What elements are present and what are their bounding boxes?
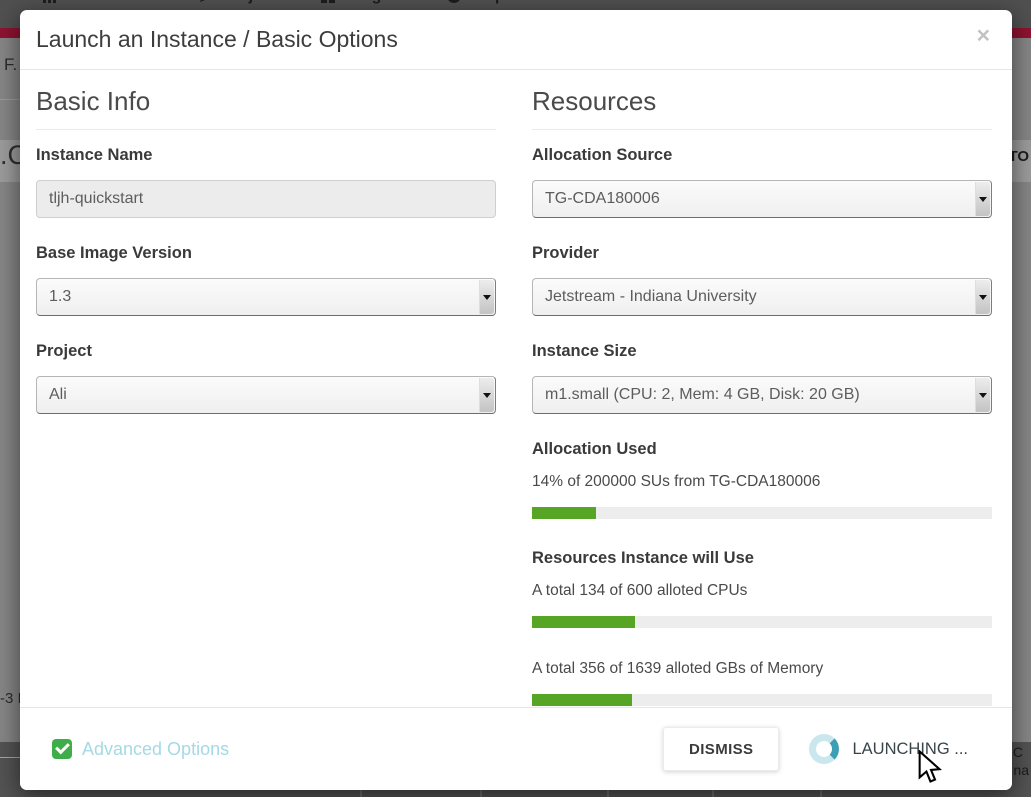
close-icon[interactable]: × [977, 24, 990, 47]
modal-title: Launch an Instance / Basic Options [36, 26, 398, 53]
memory-usage-text: A total 356 of 1639 alloted GBs of Memor… [532, 660, 992, 678]
cpu-usage-text: A total 134 of 600 alloted CPUs [532, 582, 992, 600]
project-label: Project [36, 342, 496, 361]
dashboard-icon [42, 0, 58, 4]
allocation-used-heading: Allocation Used [532, 440, 992, 459]
progress-fill [532, 694, 632, 706]
progress-fill [532, 616, 635, 628]
svg-text:?: ? [451, 0, 457, 3]
launch-instance-modal: Launch an Instance / Basic Options × Bas… [20, 10, 1012, 790]
backdrop-text-fragment: F. [4, 55, 17, 75]
basic-info-column: Basic Info Instance Name Base Image Vers… [36, 86, 496, 706]
selected-value: TG-CDA180006 [545, 190, 660, 208]
resources-column: Resources Allocation Source TG-CDA180006… [532, 86, 992, 706]
selected-value: 1.3 [49, 288, 71, 306]
provider-label: Provider [532, 244, 992, 263]
nav-item-label: Help [470, 0, 505, 5]
basic-info-heading: Basic Info [36, 86, 496, 130]
nav-item-label: Projects [222, 0, 285, 5]
launching-button[interactable]: LAUNCHING ... [809, 734, 968, 764]
nav-item-help: ? Help [446, 0, 505, 5]
selected-value: m1.small (CPU: 2, Mem: 4 GB, Disk: 20 GB… [545, 386, 860, 404]
help-icon: ? [446, 0, 462, 4]
selected-value: Ali [49, 386, 67, 404]
chevron-down-icon [975, 182, 990, 216]
progress-fill [532, 507, 596, 519]
backdrop-divider [0, 99, 20, 100]
advanced-options-link[interactable]: Advanced Options [52, 739, 229, 760]
memory-usage-progress [532, 694, 992, 706]
modal-body: Basic Info Instance Name Base Image Vers… [20, 70, 1012, 706]
modal-header: Launch an Instance / Basic Options × [20, 10, 1012, 70]
selected-value: Jetstream - Indiana University [545, 288, 757, 306]
loading-spinner-icon [809, 734, 839, 764]
allocation-source-label: Allocation Source [532, 146, 992, 165]
mouse-cursor [918, 750, 942, 789]
memory-usage-block: A total 356 of 1639 alloted GBs of Memor… [532, 660, 992, 706]
chevron-down-icon [479, 280, 494, 314]
chevron-down-icon [479, 378, 494, 412]
nav-item-projects: Projects [198, 0, 285, 5]
advanced-options-label: Advanced Options [82, 739, 229, 760]
instance-name-label: Instance Name [36, 146, 496, 165]
base-image-version-select[interactable]: 1.3 [36, 278, 496, 316]
allocation-used-text: 14% of 200000 SUs from TG-CDA180006 [532, 473, 992, 491]
nav-item-images: Images [320, 0, 399, 5]
project-select[interactable]: Ali [36, 376, 496, 414]
backdrop-text-fragment: na [1013, 762, 1029, 778]
allocation-used-progress [532, 507, 992, 519]
cpu-usage-progress [532, 616, 992, 628]
backdrop-text-fragment: C [1013, 744, 1023, 760]
backdrop-text-fragment: -3 I [0, 690, 22, 707]
checkbox-checked-icon [52, 739, 72, 759]
projects-icon [198, 0, 214, 4]
base-image-version-label: Base Image Version [36, 244, 496, 263]
images-icon [320, 0, 336, 4]
instance-size-select[interactable]: m1.small (CPU: 2, Mem: 4 GB, Disk: 20 GB… [532, 376, 992, 414]
instance-resources-heading: Resources Instance will Use [532, 549, 992, 568]
allocation-source-select[interactable]: TG-CDA180006 [532, 180, 992, 218]
instance-size-label: Instance Size [532, 342, 992, 361]
resources-heading: Resources [532, 86, 992, 130]
launching-label: LAUNCHING ... [852, 740, 968, 759]
chevron-down-icon [975, 378, 990, 412]
instance-name-input[interactable] [36, 180, 496, 218]
cursor-arrow-icon [918, 750, 942, 784]
nav-item-label: Dashboard [66, 0, 150, 5]
nav-item-dashboard: Dashboard [42, 0, 150, 5]
nav-item-label: Images [344, 0, 399, 5]
dismiss-button[interactable]: DISMISS [663, 727, 779, 771]
provider-select[interactable]: Jetstream - Indiana University [532, 278, 992, 316]
chevron-down-icon [975, 280, 990, 314]
backdrop-divider [0, 757, 20, 758]
modal-footer: Advanced Options DISMISS LAUNCHING ... [20, 707, 1012, 790]
